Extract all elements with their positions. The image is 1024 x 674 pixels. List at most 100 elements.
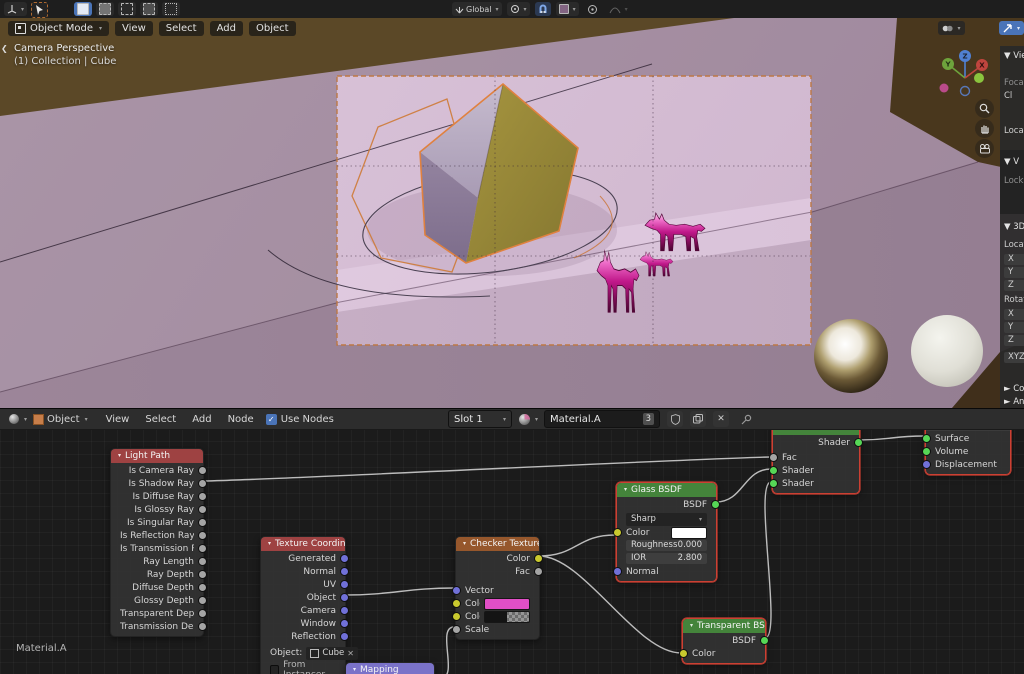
- camera-socket[interactable]: [340, 606, 349, 615]
- use-nodes-checkbox[interactable]: ✓ Use Nodes: [266, 414, 334, 425]
- node-link-1[interactable]: [345, 588, 454, 595]
- transparent-depth-socket[interactable]: [198, 609, 207, 618]
- camera-view-button[interactable]: [975, 139, 994, 158]
- node-link-6[interactable]: [765, 482, 771, 638]
- sidebar-item-13[interactable]: Y: [1004, 322, 1024, 333]
- is-shadow-ray-socket[interactable]: [198, 479, 207, 488]
- color1-socket[interactable]: [452, 599, 461, 608]
- menu-add[interactable]: Add: [210, 21, 243, 36]
- node-texture-coordinate[interactable]: ▾Texture CoordinateGeneratedNormalUVObje…: [260, 536, 346, 674]
- select-mode-new[interactable]: [74, 2, 92, 16]
- object-socket[interactable]: [340, 593, 349, 602]
- color-socket[interactable]: [613, 528, 622, 537]
- scale-socket[interactable]: [452, 625, 461, 634]
- uv-socket[interactable]: [340, 580, 349, 589]
- node-mapping[interactable]: ▾Mapping: [345, 662, 435, 674]
- ne-menu-node[interactable]: Node: [220, 414, 262, 425]
- window-socket[interactable]: [340, 619, 349, 628]
- 3d-viewport[interactable]: Object Mode ▾ View Select Add Object ❮ C…: [0, 18, 1024, 408]
- gizmo-minus-z[interactable]: [961, 87, 970, 96]
- node-header-glass-bsdf[interactable]: ▾Glass BSDF: [617, 483, 716, 497]
- editor-type-dropdown[interactable]: ▾: [8, 413, 27, 425]
- node-header-mapping[interactable]: ▾Mapping: [346, 663, 434, 674]
- snap-toggle[interactable]: [535, 2, 551, 16]
- glossy-depth-socket[interactable]: [198, 596, 207, 605]
- is-diffuse-ray-socket[interactable]: [198, 492, 207, 501]
- select-mode-invert[interactable]: [140, 2, 158, 16]
- checkbox-unchecked[interactable]: [270, 665, 279, 674]
- active-tool-button[interactable]: [31, 2, 48, 18]
- clear-object-icon[interactable]: ✕: [347, 649, 354, 658]
- is-glossy-ray-socket[interactable]: [198, 505, 207, 514]
- shader-type-dropdown[interactable]: Object ▾: [33, 414, 88, 425]
- surface-socket[interactable]: [922, 434, 931, 443]
- sidebar-item-14[interactable]: Z: [1004, 335, 1024, 346]
- volume-socket[interactable]: [922, 447, 931, 456]
- material-name-field[interactable]: Material.A 3: [544, 410, 660, 428]
- node-link-3[interactable]: [539, 535, 615, 556]
- transmission-depth-socket[interactable]: [198, 622, 207, 631]
- viewport-sidebar[interactable]: ▼ VieFocalClLocal▼ VLock▼ 3DLocatiXYZRot…: [1000, 46, 1024, 408]
- ne-menu-select[interactable]: Select: [137, 414, 184, 425]
- unlink-material-button[interactable]: ✕: [713, 411, 729, 427]
- color-socket[interactable]: [679, 649, 688, 658]
- editor-type-select[interactable]: ▾: [4, 2, 27, 16]
- sidebar-item-8[interactable]: X: [1004, 254, 1024, 265]
- sidebar-item-10[interactable]: Z: [1004, 280, 1024, 291]
- is-singular-ray-socket[interactable]: [198, 518, 207, 527]
- users-count-badge[interactable]: 3: [643, 413, 654, 425]
- sidebar-item-12[interactable]: X: [1004, 309, 1024, 320]
- pan-button[interactable]: [975, 119, 994, 138]
- collapse-icon[interactable]: ▾: [118, 449, 121, 463]
- collapse-icon[interactable]: ▾: [463, 537, 466, 551]
- snap-target-dropdown[interactable]: ▾: [556, 2, 579, 16]
- sidebar-item-17[interactable]: ► An: [1004, 397, 1024, 407]
- collapse-icon[interactable]: ▾: [690, 619, 693, 633]
- color-swatch[interactable]: [671, 527, 707, 539]
- gizmo-minus-x[interactable]: [940, 84, 949, 93]
- ray-length-socket[interactable]: [198, 557, 207, 566]
- displacement-socket[interactable]: [922, 460, 931, 469]
- is-camera-ray-socket[interactable]: [198, 466, 207, 475]
- shader-socket[interactable]: [769, 479, 778, 488]
- node-link-0[interactable]: [203, 457, 771, 481]
- reflection-socket[interactable]: [340, 632, 349, 641]
- menu-object[interactable]: Object: [249, 21, 296, 36]
- color2-socket[interactable]: [452, 612, 461, 621]
- transform-orientation-dropdown[interactable]: Global▾: [452, 2, 502, 16]
- color-socket[interactable]: [534, 554, 543, 563]
- node-link-5[interactable]: [716, 469, 771, 502]
- node-material-output[interactable]: ▾Material OutputSurfaceVolumeDisplacemen…: [925, 428, 1011, 475]
- menu-select[interactable]: Select: [159, 21, 204, 36]
- sidebar-item-6[interactable]: ▼ 3D: [1004, 222, 1024, 232]
- ne-menu-view[interactable]: View: [98, 414, 138, 425]
- sidebar-item-4[interactable]: ▼ V: [1004, 157, 1019, 167]
- vector-socket[interactable]: [452, 586, 461, 595]
- node-glass-bsdf[interactable]: ▾Glass BSDFBSDFSharp▾ColorRoughness0.000…: [616, 482, 717, 582]
- diffuse-depth-socket[interactable]: [198, 583, 207, 592]
- collapse-icon[interactable]: ▾: [624, 483, 627, 497]
- node-light-path[interactable]: ▾Light PathIs Camera RayIs Shadow RayIs …: [110, 448, 204, 637]
- is-reflection-ray-socket[interactable]: [198, 531, 207, 540]
- ne-menu-add[interactable]: Add: [184, 414, 219, 425]
- node-checker-texture[interactable]: ▾Checker TextureColorFacVectorColor1Colo…: [455, 536, 540, 640]
- select-mode-intersect[interactable]: [162, 2, 180, 16]
- node-header-light-path[interactable]: ▾Light Path: [111, 449, 203, 463]
- roughness-slider[interactable]: Roughness0.000: [626, 540, 707, 551]
- node-mix-shader[interactable]: ▾Mix ShaderShaderFacShaderShader: [772, 428, 860, 494]
- ior-slider[interactable]: IOR2.800: [626, 553, 707, 564]
- slot-dropdown[interactable]: Slot 1 ▾: [448, 410, 512, 428]
- shader-socket[interactable]: [769, 466, 778, 475]
- sidebar-item-15[interactable]: XYZ: [1004, 352, 1024, 363]
- normal-socket[interactable]: [613, 567, 622, 576]
- bsdf-socket[interactable]: [711, 500, 720, 509]
- distribution-dropdown[interactable]: Sharp▾: [626, 513, 707, 526]
- bsdf-socket[interactable]: [760, 636, 769, 645]
- select-mode-extend[interactable]: [96, 2, 114, 16]
- object-selector-field[interactable]: Cube✕: [306, 647, 358, 660]
- fac-socket[interactable]: [769, 453, 778, 462]
- proportional-editing-toggle[interactable]: [584, 2, 601, 16]
- is-transmission-ray-socket[interactable]: [198, 544, 207, 553]
- zoom-button[interactable]: [975, 99, 994, 118]
- pin-button[interactable]: [741, 410, 752, 429]
